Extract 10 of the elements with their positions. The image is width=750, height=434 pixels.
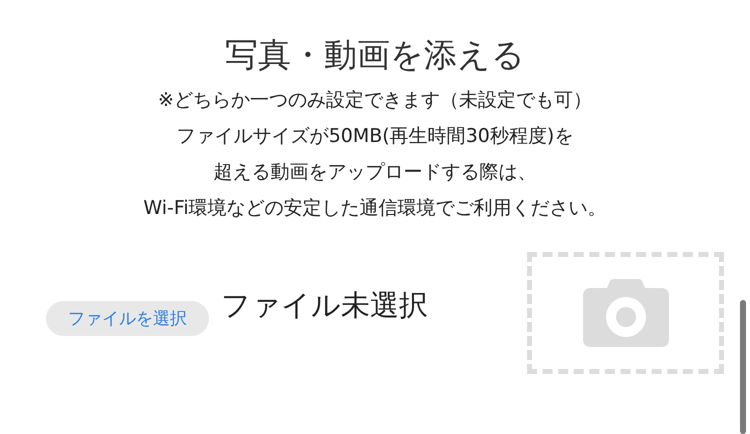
note-text: ※どちらか一つのみ設定できます（未設定でも可） <box>158 88 592 113</box>
file-status-label: ファイル未選択 <box>221 287 428 324</box>
camera-icon <box>582 279 668 347</box>
section-title: 写真・動画を添える <box>225 34 525 76</box>
note-text: 超える動画をアップロードする際は、 <box>214 160 536 185</box>
note-text: ファイルサイズが50MB(再生時間30秒程度)を <box>176 124 574 149</box>
note-text: Wi-Fi環境などの安定した通信環境でご利用ください。 <box>143 196 607 221</box>
scrollbar[interactable] <box>740 300 746 434</box>
image-upload-area[interactable] <box>527 252 724 374</box>
choose-file-button[interactable]: ファイルを選択 <box>46 301 209 336</box>
